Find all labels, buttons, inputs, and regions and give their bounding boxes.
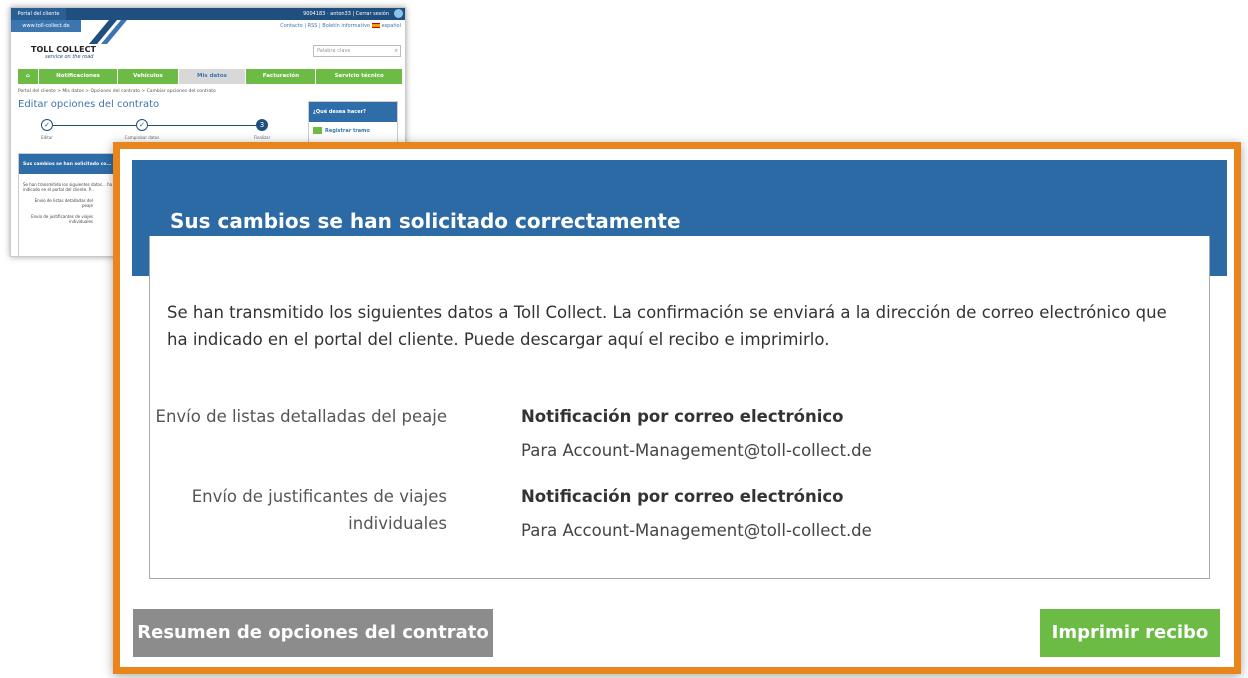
globe-icon[interactable]	[394, 9, 403, 18]
setting-email: Para Account-Management@toll-collect.de	[521, 521, 872, 540]
tab-portal[interactable]: Portal del cliente	[11, 8, 66, 20]
setting-label: Envío de justificantes de viajes individ…	[191, 487, 447, 533]
zoom-callout: Sus cambios se han solicitado correctame…	[113, 142, 1241, 674]
nav-facturacion[interactable]: Facturación	[246, 69, 316, 84]
logo-stripes	[89, 20, 127, 44]
page-title: Editar opciones del contrato	[18, 99, 160, 110]
setting-value: Notificación por correo electrónico	[521, 487, 844, 506]
success-title: Sus cambios se han solicitado correctame…	[170, 209, 681, 233]
step-line	[148, 125, 256, 126]
header-links[interactable]: Contacto | RSS | Boletín informativo	[280, 23, 370, 29]
sidebar-item-registrar-tramo[interactable]: Registrar tramo	[309, 122, 397, 139]
step-check-icon	[41, 119, 53, 131]
step-label: Editar	[41, 135, 53, 140]
monitor-icon	[313, 127, 322, 134]
success-body: Se han transmitido los siguientes datos.…	[23, 182, 113, 224]
step-label: Finalizar	[253, 135, 271, 140]
setting-label: Envío de listas detalladas del peaje	[155, 407, 447, 426]
success-heading: Sus cambios se han solicitado co...	[19, 154, 127, 174]
language-selector[interactable]: español	[371, 23, 401, 29]
logo-tagline: service on the road	[45, 54, 94, 60]
step-line	[53, 125, 136, 126]
contract-summary-button[interactable]: Resumen de opciones del contrato	[133, 609, 493, 657]
step-current: 3	[256, 119, 268, 131]
user-logout-text[interactable]: 9004183 · anton33 | Cerrar sesión	[303, 11, 389, 17]
step-label: Comprobar datos	[124, 135, 160, 140]
search-icon[interactable]: ⌕	[395, 47, 398, 55]
print-receipt-button[interactable]: Imprimir recibo	[1040, 609, 1220, 657]
success-card: Se han transmitido los siguientes datos …	[149, 236, 1210, 579]
confirmation-text: Se han transmitido los siguientes datos …	[167, 303, 1167, 349]
main-nav: ⌂ Notificaciones Vehículos Mis datos Fac…	[18, 69, 403, 84]
home-icon[interactable]: ⌂	[18, 69, 38, 84]
top-bar: Portal del cliente www.toll-collect.de 9…	[11, 8, 405, 32]
logo: TOLL COLLECT	[31, 45, 96, 54]
nav-servicio-tecnico[interactable]: Servicio técnico	[316, 69, 402, 84]
search-input[interactable]: Palabra clave ⌕	[313, 45, 401, 57]
nav-mis-datos[interactable]: Mis datos	[178, 69, 246, 84]
setting-email: Para Account-Management@toll-collect.de	[521, 441, 872, 460]
nav-notificaciones[interactable]: Notificaciones	[38, 69, 118, 84]
flag-icon	[371, 23, 380, 28]
nav-vehiculos[interactable]: Vehículos	[118, 69, 178, 84]
success-box-thumbnail: Sus cambios se han solicitado co... Se h…	[18, 153, 128, 256]
sidebar-heading: ¿Qué desea hacer?	[309, 102, 397, 122]
step-check-icon	[136, 119, 148, 131]
setting-value: Notificación por correo electrónico	[521, 407, 844, 426]
breadcrumb[interactable]: Portal del cliente > Mis datos > Opcione…	[18, 89, 216, 94]
